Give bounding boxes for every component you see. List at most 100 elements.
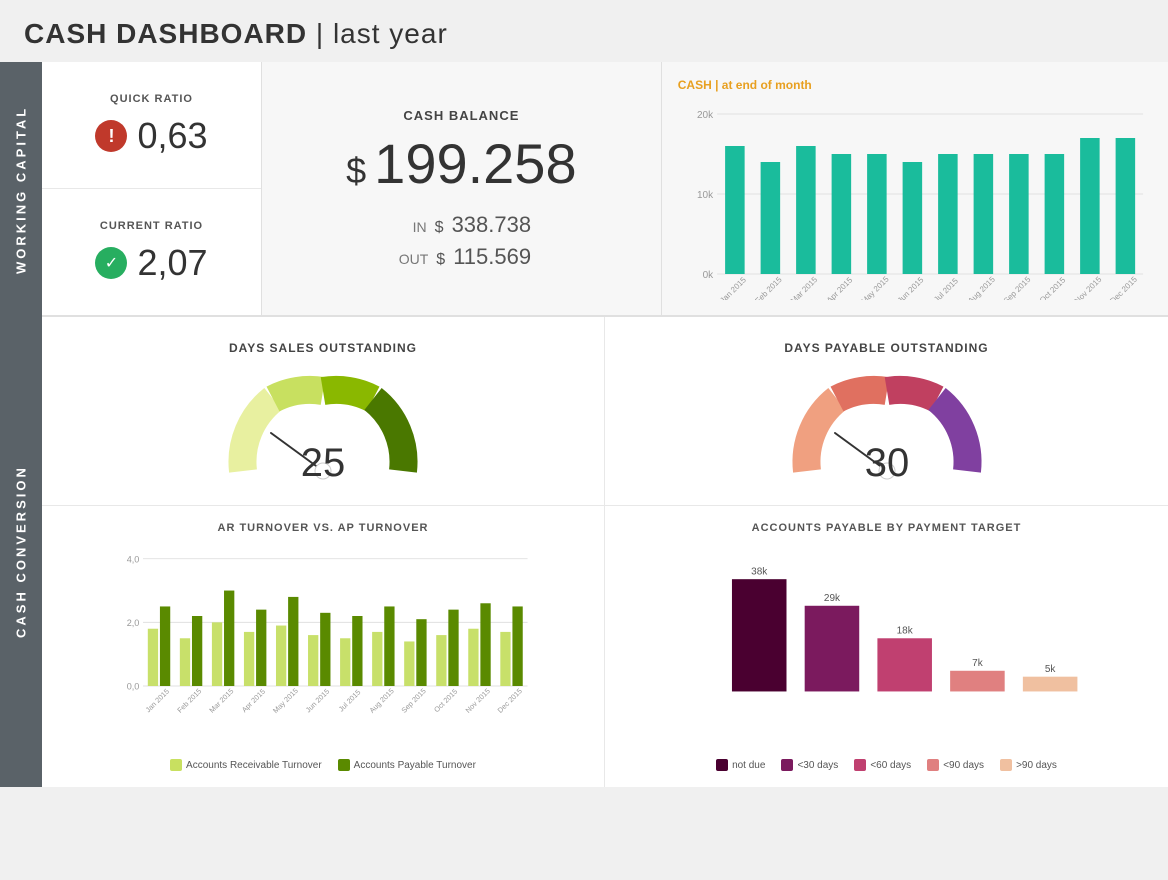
main-layout: WORKING CAPITAL QUICK RATIO ! 0,63 CURRE… — [0, 62, 1168, 787]
dpo-area: DAYS PAYABLE OUTSTANDING — [605, 317, 1168, 506]
cash-balance-main: $ 199.258 — [346, 131, 576, 196]
svg-text:0k: 0k — [702, 270, 714, 281]
cash-conversion-label: CASH CONVERSION — [0, 317, 42, 787]
svg-text:May 2015: May 2015 — [859, 274, 891, 300]
ar-ap-title: AR TURNOVER VS. AP TURNOVER — [58, 522, 588, 534]
current-ratio-number: 2,07 — [137, 242, 207, 284]
svg-text:Aug 2015: Aug 2015 — [966, 275, 997, 300]
ratio-cards: QUICK RATIO ! 0,63 CURRENT RATIO ✓ 2,07 — [42, 62, 262, 315]
svg-text:Sep 2015: Sep 2015 — [399, 686, 427, 714]
cash-in-row: IN $ 338.738 — [392, 212, 531, 238]
quick-ratio-card: QUICK RATIO ! 0,63 — [42, 62, 261, 189]
ap-payment-chart: 38k 29k 18k 7k 5k — [621, 546, 1152, 751]
ar-ap-chart-wrap: 4,0 2,0 0,0 Jan 2015Feb 2015Mar 2015Apr … — [58, 546, 588, 751]
svg-text:20k: 20k — [697, 110, 714, 121]
quick-ratio-value-row: ! 0,63 — [95, 115, 207, 157]
legend-item: not due — [716, 759, 765, 771]
legend-item: <90 days — [927, 759, 984, 771]
cash-in-dollar: $ — [435, 219, 444, 237]
svg-text:Apr 2015: Apr 2015 — [825, 275, 855, 300]
legend-ap-label: Accounts Payable Turnover — [354, 760, 476, 771]
svg-text:Nov 2015: Nov 2015 — [464, 686, 492, 714]
dpo-gauge: 30 — [787, 371, 987, 481]
cash-balance-amount: 199.258 — [374, 131, 576, 196]
svg-text:2,0: 2,0 — [127, 618, 140, 628]
svg-text:Dec 2015: Dec 2015 — [496, 686, 524, 714]
ap-payment-area: ACCOUNTS PAYABLE BY PAYMENT TARGET 38k 29… — [605, 506, 1168, 787]
cash-out-row: OUT $ 115.569 — [393, 244, 531, 270]
legend-label: <60 days — [870, 760, 911, 771]
svg-text:25: 25 — [301, 441, 346, 481]
page-container: CASH DASHBOARD | last year WORKING CAPIT… — [0, 0, 1168, 787]
svg-text:0,0: 0,0 — [127, 682, 140, 692]
svg-text:May 2015: May 2015 — [271, 686, 300, 715]
quick-ratio-title: QUICK RATIO — [110, 93, 193, 105]
legend-dot — [716, 759, 728, 771]
cash-balance-rows: IN $ 338.738 OUT $ 115.569 — [392, 212, 531, 270]
cash-conversion-row: CASH CONVERSION DAYS SALES OUTSTANDING — [0, 317, 1168, 787]
legend-item: <60 days — [854, 759, 911, 771]
ar-ap-chart-area: AR TURNOVER VS. AP TURNOVER 4,0 2,0 0,0 … — [42, 506, 605, 787]
legend-ap-dot — [338, 759, 350, 771]
svg-text:Mar 2015: Mar 2015 — [789, 275, 820, 300]
svg-text:30: 30 — [864, 441, 909, 481]
svg-text:5k: 5k — [1045, 664, 1057, 675]
cash-balance-area: CASH BALANCE $ 199.258 IN $ 338.738 OUT — [262, 62, 662, 315]
legend-dot — [1000, 759, 1012, 771]
dso-gauge: 25 — [223, 371, 423, 481]
ap-payment-legend: not due <30 days <60 days <90 days >90 days — [621, 759, 1152, 771]
cash-dollar-sign: $ — [346, 150, 366, 192]
svg-text:18k: 18k — [897, 626, 914, 637]
legend-dot — [927, 759, 939, 771]
ar-ap-legend: Accounts Receivable Turnover Accounts Pa… — [58, 759, 588, 771]
current-ratio-value-row: ✓ 2,07 — [95, 242, 207, 284]
current-ratio-title: CURRENT RATIO — [100, 220, 203, 232]
legend-ar-label: Accounts Receivable Turnover — [186, 760, 322, 771]
svg-text:38k: 38k — [751, 567, 768, 578]
current-ratio-icon: ✓ — [95, 247, 127, 279]
cash-out-dollar: $ — [436, 251, 445, 269]
svg-text:Nov 2015: Nov 2015 — [1073, 275, 1104, 300]
svg-text:Feb 2015: Feb 2015 — [175, 687, 203, 715]
dso-area: DAYS SALES OUTSTANDING — [42, 317, 605, 506]
cash-out-amount: 115.569 — [453, 244, 531, 270]
dso-title: DAYS SALES OUTSTANDING — [229, 341, 417, 355]
svg-text:7k: 7k — [972, 658, 984, 669]
svg-text:Apr 2015: Apr 2015 — [240, 687, 267, 714]
svg-text:Aug 2015: Aug 2015 — [367, 686, 395, 714]
quick-ratio-number: 0,63 — [137, 115, 207, 157]
working-capital-row: WORKING CAPITAL QUICK RATIO ! 0,63 CURRE… — [0, 62, 1168, 317]
cash-balance-title: CASH BALANCE — [403, 108, 519, 123]
svg-text:Dec 2015: Dec 2015 — [1108, 275, 1139, 300]
cash-in-amount: 338.738 — [452, 212, 532, 238]
title-bold: CASH DASHBOARD — [24, 18, 307, 49]
svg-text:Feb 2015: Feb 2015 — [753, 275, 784, 300]
legend-item: <30 days — [781, 759, 838, 771]
svg-text:4,0: 4,0 — [127, 554, 140, 564]
svg-text:Jun 2015: Jun 2015 — [304, 687, 332, 715]
legend-ar-dot — [170, 759, 182, 771]
cash-chart-title: CASH | at end of month — [678, 78, 1152, 92]
legend-ar: Accounts Receivable Turnover — [170, 759, 322, 771]
working-capital-content: QUICK RATIO ! 0,63 CURRENT RATIO ✓ 2,07 — [42, 62, 1168, 317]
page-title: CASH DASHBOARD | last year — [0, 0, 1168, 62]
svg-text:Jun 2015: Jun 2015 — [896, 275, 926, 300]
ap-payment-title: ACCOUNTS PAYABLE BY PAYMENT TARGET — [621, 522, 1152, 534]
cash-bar-chart: 20k 10k 0k Jan 2015Feb 2015Mar 2015Apr 2… — [678, 100, 1152, 305]
quick-ratio-icon: ! — [95, 120, 127, 152]
legend-ap: Accounts Payable Turnover — [338, 759, 476, 771]
legend-label: <90 days — [943, 760, 984, 771]
svg-text:Jan 2015: Jan 2015 — [143, 687, 171, 715]
title-light: | last year — [307, 18, 448, 49]
cash-out-label: OUT — [393, 251, 428, 267]
cash-chart-area: CASH | at end of month 20k 10k 0k Jan 20… — [662, 62, 1168, 315]
legend-label: >90 days — [1016, 760, 1057, 771]
svg-text:29k: 29k — [824, 593, 841, 604]
current-ratio-card: CURRENT RATIO ✓ 2,07 — [42, 189, 261, 315]
cash-in-label: IN — [392, 219, 427, 235]
cash-conversion-content: DAYS SALES OUTSTANDING — [42, 317, 1168, 787]
svg-text:Oct 2015: Oct 2015 — [1038, 275, 1068, 300]
svg-text:Jul 2015: Jul 2015 — [337, 688, 363, 714]
legend-dot — [781, 759, 793, 771]
svg-text:Jan 2015: Jan 2015 — [718, 275, 748, 300]
